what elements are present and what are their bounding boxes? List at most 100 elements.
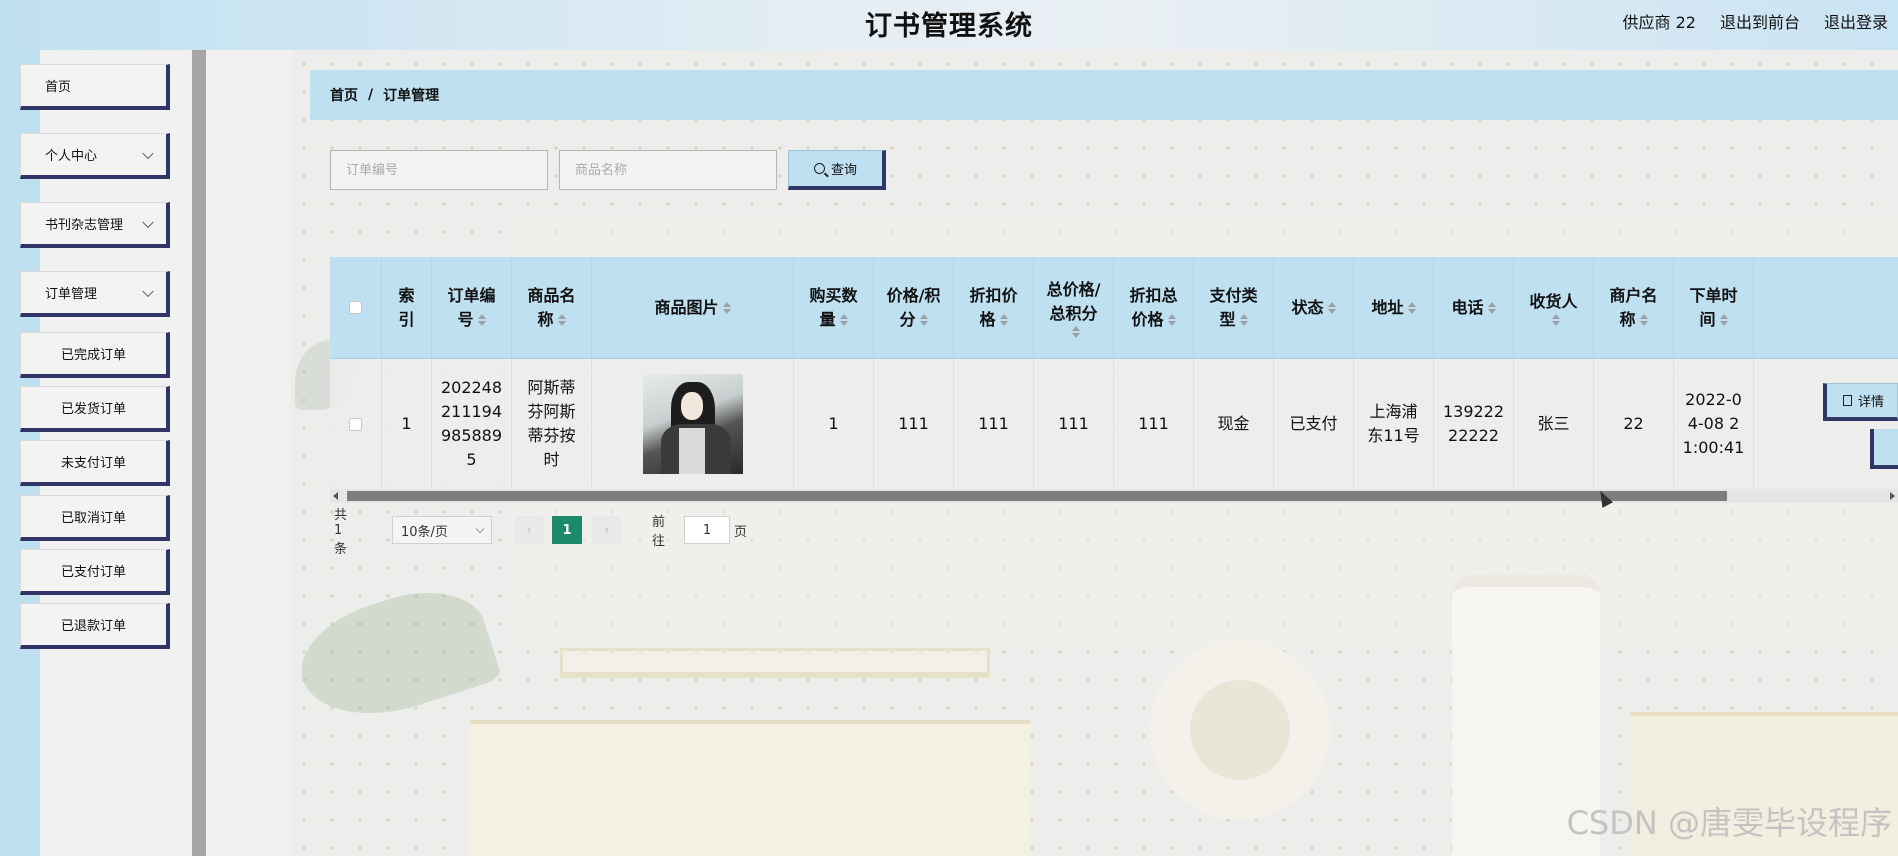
cell-line: 202248 [440, 378, 503, 397]
sidebar-sub-cancelled-orders[interactable]: 已取消订单 [20, 495, 170, 541]
header-merchant[interactable]: 商户名 称 [1594, 257, 1674, 358]
goto-page-input[interactable]: 1 [684, 516, 730, 544]
header-order-no[interactable]: 订单编 号 [432, 257, 512, 358]
goto-prefix: 前往 [652, 515, 666, 549]
sort-icon[interactable] [1407, 302, 1416, 314]
sort-icon[interactable] [839, 314, 848, 326]
row-checkbox[interactable] [349, 417, 362, 431]
header-product-name[interactable]: 商品名 称 [512, 257, 592, 358]
goto-suffix: 页 [734, 524, 748, 540]
chevron-down-icon [142, 285, 154, 297]
header-total-price[interactable]: 总价格/ 总积分 [1034, 257, 1114, 358]
header-label: 分 [899, 308, 928, 332]
sidebar-sub-completed-orders[interactable]: 已完成订单 [20, 332, 170, 378]
sort-icon[interactable] [1071, 325, 1080, 338]
arrow-right-icon[interactable] [1890, 492, 1895, 500]
cell-merchant: 22 [1594, 359, 1674, 489]
order-number-input[interactable] [330, 150, 548, 190]
sidebar-item-personal-center[interactable]: 个人中心 [20, 133, 170, 179]
sidebar-sub-label: 已完成订单 [60, 348, 126, 363]
cell-phone: 139222 22222 [1434, 359, 1514, 489]
thumbnail-face [680, 392, 703, 420]
cell-payment-type: 现金 [1194, 359, 1274, 489]
sort-icon[interactable] [1719, 314, 1728, 326]
sort-icon[interactable] [1551, 313, 1560, 326]
logout-link[interactable]: 退出登录 [1824, 9, 1888, 33]
header-select-all [330, 257, 382, 358]
header-label: 地址 [1371, 296, 1416, 320]
sort-icon[interactable] [477, 314, 486, 326]
header-label-part: 称 [537, 309, 554, 329]
sort-icon[interactable] [999, 314, 1008, 326]
row-action-button[interactable] [1870, 429, 1898, 469]
header-quantity[interactable]: 购买数 量 [794, 257, 874, 358]
prev-page-button[interactable]: ‹ [514, 516, 544, 544]
sort-icon[interactable] [1239, 314, 1248, 326]
product-name-input[interactable] [559, 150, 777, 190]
header-discount-total[interactable]: 折扣总 价格 [1114, 257, 1194, 358]
header-label: 购买数 [809, 285, 858, 305]
header-label-part: 商品图片 [654, 297, 719, 317]
breadcrumb-current: 订单管理 [383, 88, 440, 104]
sort-icon[interactable] [1167, 314, 1176, 326]
header-product-image[interactable]: 商品图片 [592, 257, 794, 358]
page-size-value: 10条/页 [401, 524, 448, 540]
breadcrumb-home[interactable]: 首页 [330, 85, 358, 105]
page-number-button[interactable]: 1 [552, 516, 582, 544]
select-all-checkbox[interactable] [349, 301, 362, 314]
product-thumbnail[interactable] [642, 374, 743, 474]
header-label: 号 [457, 308, 486, 332]
sort-icon[interactable] [1487, 302, 1496, 314]
sidebar-sub-refunded-orders[interactable]: 已退款订单 [20, 603, 170, 649]
sidebar-sub-label: 已发货订单 [60, 402, 126, 417]
cell-product-image [592, 359, 794, 489]
header-label-part: 称 [1619, 309, 1636, 329]
header-label: 间 [1699, 308, 1728, 332]
sidebar-item-order-management[interactable]: 订单管理 [20, 271, 170, 317]
sidebar-sub-label: 已取消订单 [60, 511, 126, 526]
header-label: 引 [398, 309, 415, 329]
search-button[interactable]: 查询 [788, 150, 886, 190]
search-icon [813, 163, 825, 174]
next-page-button[interactable]: › [592, 516, 622, 544]
sort-icon[interactable] [1327, 302, 1336, 314]
sort-icon[interactable] [1639, 314, 1648, 326]
cell-receiver: 张三 [1514, 359, 1594, 489]
sort-icon[interactable] [557, 314, 566, 326]
page-size-select[interactable]: 10条/页 [392, 516, 492, 544]
sort-icon[interactable] [722, 302, 731, 314]
header-payment-type[interactable]: 支付类 型 [1194, 257, 1274, 358]
sidebar-item-label: 订单管理 [45, 287, 98, 302]
header-label: 商品图片 [654, 296, 731, 320]
sidebar-sub-paid-orders[interactable]: 已支付订单 [20, 549, 170, 595]
sort-icon[interactable] [919, 314, 928, 326]
sidebar-item-label: 首页 [45, 80, 72, 95]
sidebar-item-label: 书刊杂志管理 [45, 218, 124, 233]
header-phone[interactable]: 电话 [1434, 257, 1514, 358]
header-discount-price[interactable]: 折扣价 格 [954, 257, 1034, 358]
pagination-total: 共 1 条 [334, 508, 347, 557]
sidebar-sub-shipped-orders[interactable]: 已发货订单 [20, 386, 170, 432]
table-header: 索 引 订单编 号 商品名 称 商品图片 购买数 量 价格/积 分 折扣价 格 … [330, 257, 1898, 359]
sidebar-item-magazine-management[interactable]: 书刊杂志管理 [20, 202, 170, 248]
header-status[interactable]: 状态 [1274, 257, 1354, 358]
horizontal-scrollbar[interactable] [330, 489, 1898, 503]
header-label-part: 状态 [1291, 297, 1324, 317]
header-label: 总积分 [1049, 303, 1098, 323]
header-receiver[interactable]: 收货人 [1514, 257, 1594, 358]
sidebar-item-home[interactable]: 首页 [20, 64, 170, 110]
header-order-time[interactable]: 下单时 间 [1674, 257, 1754, 358]
header-address[interactable]: 地址 [1354, 257, 1434, 358]
header-label: 价格 [1131, 308, 1176, 332]
sidebar-sub-unpaid-orders[interactable]: 未支付订单 [20, 440, 170, 486]
header-price[interactable]: 价格/积 分 [874, 257, 954, 358]
arrow-left-icon[interactable] [333, 492, 338, 500]
scrollbar-thumb[interactable] [347, 491, 1727, 501]
header-label-part: 间 [1699, 309, 1716, 329]
exit-to-front-link[interactable]: 退出到前台 [1720, 9, 1800, 33]
cell-line: 上海浦 [1369, 402, 1418, 421]
cell-order-time: 2022-0 4-08 2 1:00:41 [1674, 359, 1754, 489]
header-label: 电话 [1451, 296, 1496, 320]
detail-button[interactable]: 详情 [1823, 383, 1898, 421]
cell-line: 阿斯蒂 [527, 378, 576, 397]
